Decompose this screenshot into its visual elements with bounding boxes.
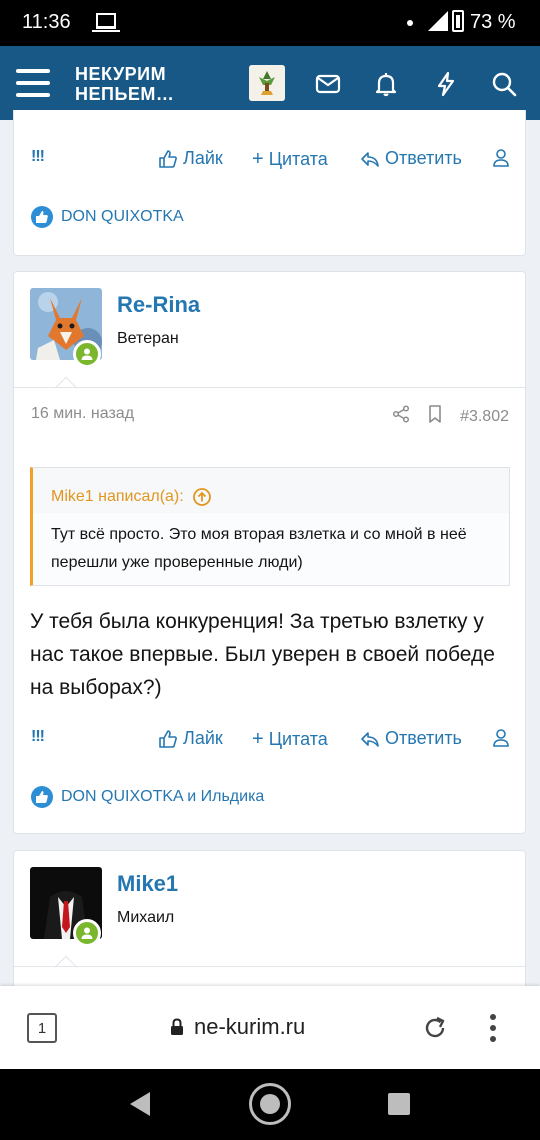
- back-icon[interactable]: [130, 1092, 150, 1116]
- reactions-list[interactable]: DON QUIXOTKA и Ильдика: [31, 786, 264, 808]
- user-title: Михаил: [117, 909, 175, 926]
- quote-author: Mike1 написал(а):: [51, 487, 184, 505]
- tabs-count-button[interactable]: 1: [27, 1013, 57, 1043]
- post-card: !!! Лайк + Цитата Ответить DON QUIXOTKA: [13, 110, 526, 256]
- screen-cast-icon: [92, 13, 120, 32]
- like-label: Лайк: [183, 148, 223, 168]
- notification-dot-icon: [407, 20, 413, 26]
- plus-icon: +: [252, 728, 264, 750]
- status-time: 11:36: [22, 11, 71, 33]
- quote-label: Цитата: [268, 149, 328, 169]
- user-icon[interactable]: [492, 728, 510, 748]
- jump-up-icon: [192, 487, 211, 506]
- home-icon[interactable]: [249, 1083, 291, 1125]
- mail-icon[interactable]: [314, 70, 342, 98]
- logo-line1: НЕКУРИМ: [75, 64, 167, 84]
- reactions-text: DON QUIXOTKA: [61, 208, 184, 225]
- system-nav-bar: [0, 1069, 540, 1140]
- post-actions: !!! Лайк + Цитата Ответить: [14, 728, 525, 758]
- quote-label: Цитата: [268, 729, 328, 749]
- divider: [14, 387, 525, 388]
- like-button[interactable]: Лайк: [158, 728, 223, 749]
- thumbs-up-icon: [159, 729, 177, 748]
- quote-block: Mike1 написал(а): Тут всё просто. Это мо…: [30, 467, 510, 586]
- url-text: ne-kurim.ru: [194, 1014, 306, 1039]
- post-meta: #3.802: [392, 405, 509, 428]
- thumbs-up-icon: [159, 149, 177, 168]
- status-bar: 11:36 73 %: [0, 0, 540, 46]
- post-card: Re-Rina Ветеран 16 мин. назад #3.802 Mik…: [13, 271, 526, 834]
- post-number[interactable]: #3.802: [460, 408, 509, 426]
- reply-button[interactable]: Ответить: [360, 728, 462, 749]
- thumbs-up-icon: [31, 206, 53, 228]
- online-status-icon: [73, 340, 101, 368]
- user-icon[interactable]: [492, 148, 510, 168]
- search-icon[interactable]: [490, 70, 518, 98]
- site-logo[interactable]: НЕКУРИМ НЕПЬЕМ…: [75, 64, 215, 104]
- reply-button[interactable]: Ответить: [360, 148, 462, 169]
- post-message: У тебя была конкуренция! За третью взлет…: [30, 610, 495, 699]
- username[interactable]: Re-Rina: [117, 292, 200, 318]
- signal-icon: [428, 11, 448, 31]
- reaction-excl-button[interactable]: !!!: [31, 148, 45, 166]
- post-time[interactable]: 16 мин. назад: [31, 405, 134, 423]
- thumbs-up-icon: [31, 786, 53, 808]
- battery-icon: [452, 10, 464, 32]
- post-actions: !!! Лайк + Цитата Ответить: [14, 148, 525, 178]
- like-label: Лайк: [183, 728, 223, 748]
- recent-apps-icon[interactable]: [388, 1093, 410, 1115]
- plus-icon: +: [252, 148, 264, 170]
- divider: [14, 966, 525, 967]
- lock-icon: [171, 1018, 183, 1035]
- reply-label: Ответить: [385, 728, 462, 748]
- bookmark-icon[interactable]: [428, 405, 442, 428]
- avatar[interactable]: [249, 65, 285, 101]
- reactions-list[interactable]: DON QUIXOTKA: [31, 206, 184, 228]
- reload-icon[interactable]: [421, 1014, 449, 1047]
- quote-header[interactable]: Mike1 написал(а):: [33, 468, 509, 513]
- share-icon[interactable]: [392, 405, 410, 428]
- username[interactable]: Mike1: [117, 871, 178, 897]
- app-header: НЕКУРИМ НЕПЬЕМ…: [0, 46, 540, 120]
- reactions-text: DON QUIXOTKA и Ильдика: [61, 788, 265, 805]
- user-title: Ветеран: [117, 330, 179, 347]
- more-menu-icon[interactable]: [490, 1014, 498, 1047]
- lightning-icon[interactable]: [432, 70, 460, 98]
- quote-button[interactable]: + Цитата: [252, 148, 328, 171]
- menu-icon[interactable]: [16, 69, 50, 97]
- battery-percent: 73 %: [470, 11, 516, 33]
- online-status-icon: [73, 919, 101, 947]
- url-bar[interactable]: ne-kurim.ru: [170, 1014, 305, 1040]
- quote-text: Тут всё просто. Это моя вторая взлетка и…: [33, 513, 509, 585]
- logo-line2: НЕПЬЕМ…: [75, 84, 175, 104]
- reaction-excl-button[interactable]: !!!: [31, 728, 45, 746]
- reply-icon: [361, 731, 379, 747]
- divider-notch: [54, 955, 78, 979]
- like-button[interactable]: Лайк: [158, 148, 223, 169]
- bell-icon[interactable]: [372, 70, 400, 98]
- quote-button[interactable]: + Цитата: [252, 728, 328, 751]
- browser-toolbar: 1 ne-kurim.ru: [0, 986, 540, 1069]
- reply-label: Ответить: [385, 148, 462, 168]
- divider-notch: [54, 376, 78, 400]
- reply-icon: [361, 151, 379, 167]
